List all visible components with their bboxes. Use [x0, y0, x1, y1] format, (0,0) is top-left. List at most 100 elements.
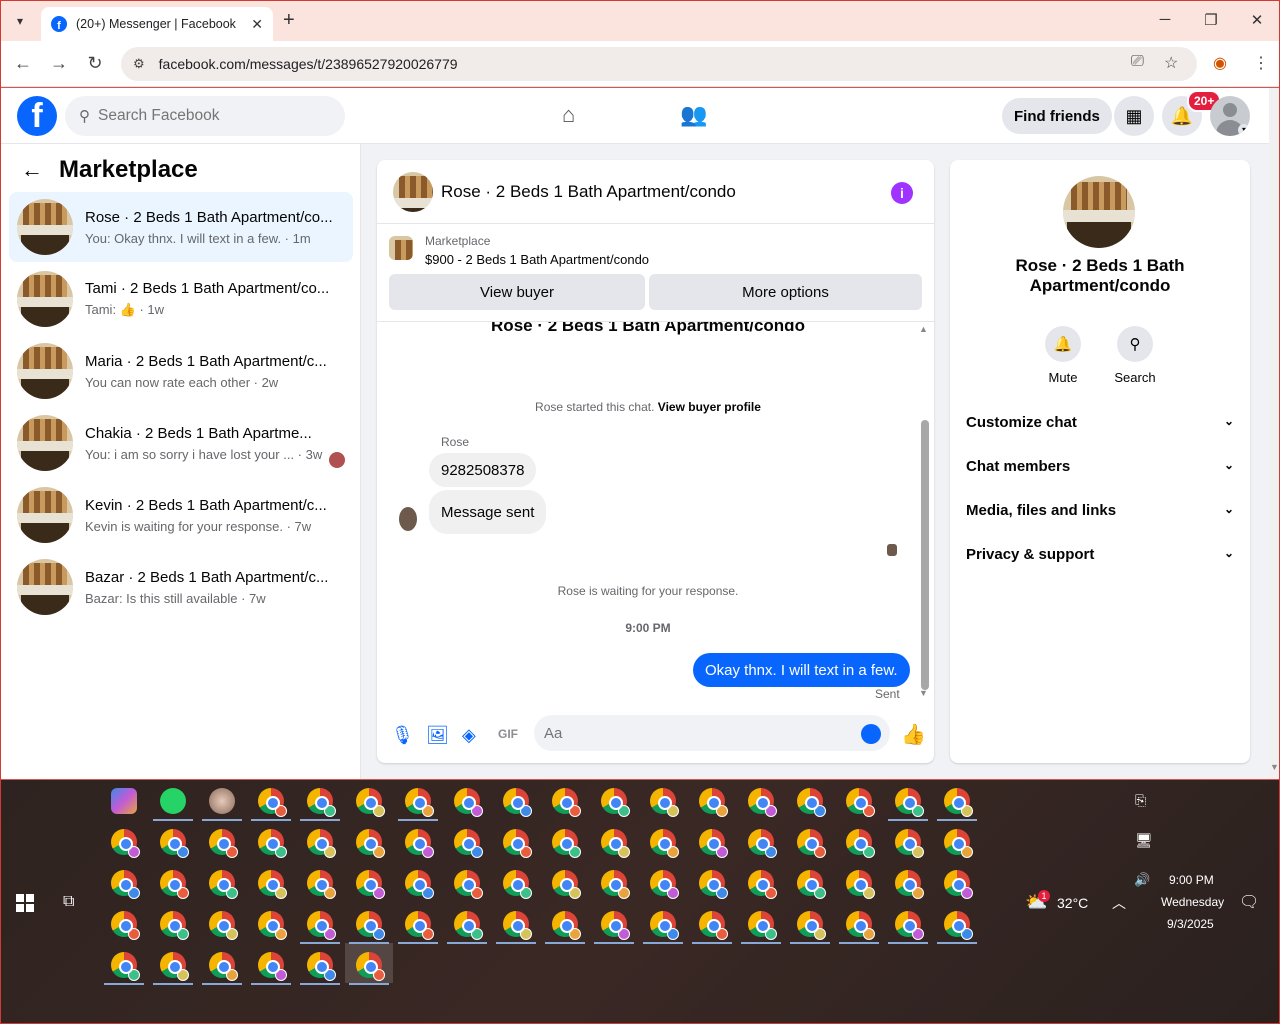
friends-icon[interactable]: 👥 [680, 102, 707, 128]
chrome-profile-app-icon[interactable] [258, 788, 287, 817]
tab-search-icon[interactable]: ▾ [9, 10, 31, 32]
clock-time[interactable]: 9:00 PM [1169, 873, 1214, 887]
chrome-profile-app-icon[interactable] [356, 911, 385, 940]
chrome-profile-app-icon[interactable] [405, 870, 434, 899]
menu-icon[interactable]: ⋮ [1253, 53, 1269, 73]
thumbs-up-icon[interactable]: 👍 [901, 722, 926, 747]
scroll-down-icon[interactable]: ▼ [1270, 762, 1279, 772]
chrome-profile-app-icon[interactable] [307, 829, 336, 858]
page-scrollbar[interactable]: ▼ [1269, 88, 1279, 779]
home-icon[interactable]: ⌂ [562, 102, 575, 128]
chrome-profile-app-icon[interactable] [895, 829, 924, 858]
scroll-down-icon[interactable]: ▼ [919, 688, 928, 698]
chrome-profile-app-icon[interactable] [307, 788, 336, 817]
chrome-profile-app-icon[interactable] [552, 870, 581, 899]
sticker-icon[interactable]: ◈ [462, 725, 476, 746]
section-chat-members[interactable]: Chat members ⌄ [966, 458, 1234, 475]
chrome-profile-app-icon[interactable] [699, 911, 728, 940]
tab-close-icon[interactable]: ✕ [251, 16, 263, 33]
chrome-profile-app-icon[interactable] [209, 911, 238, 940]
bell-icon[interactable]: 🔔 [1045, 326, 1081, 362]
list-item[interactable]: Chakia · 2 Beds 1 Bath Apartme... You: i… [9, 408, 353, 478]
chrome-profile-app-icon[interactable] [944, 788, 973, 817]
chrome-profile-app-icon[interactable] [356, 788, 385, 817]
mute-action[interactable]: 🔔 Mute [1033, 326, 1093, 385]
facebook-logo-icon[interactable]: f [17, 96, 57, 136]
address-bar[interactable]: ⚙ facebook.com/messages/t/23896527920026… [121, 47, 1197, 81]
chrome-profile-app-icon[interactable] [895, 788, 924, 817]
chrome-profile-app-icon[interactable] [699, 870, 728, 899]
minimize-icon[interactable]: ─ [1155, 11, 1175, 28]
chrome-profile-app-icon[interactable] [307, 952, 336, 981]
section-media-files-links[interactable]: Media, files and links ⌄ [966, 502, 1234, 519]
chat-title[interactable]: Rose · 2 Beds 1 Bath Apartment/condo [441, 182, 736, 202]
volume-icon[interactable]: 🔊 [1134, 872, 1150, 888]
restore-icon[interactable]: ❐ [1201, 11, 1221, 29]
message-input[interactable] [544, 724, 844, 742]
task-view-icon[interactable]: ⧉ [63, 893, 74, 911]
chrome-profile-app-icon[interactable] [307, 870, 336, 899]
chrome-profile-app-icon[interactable] [699, 788, 728, 817]
chrome-profile-app-icon[interactable] [846, 911, 875, 940]
windows-start-icon[interactable] [16, 894, 34, 912]
chrome-profile-app-icon[interactable] [601, 911, 630, 940]
section-privacy-support[interactable]: Privacy & support ⌄ [966, 546, 1234, 563]
chrome-profile-app-icon[interactable] [160, 952, 189, 981]
whatsapp-app-icon[interactable] [160, 788, 186, 814]
chrome-profile-app-icon[interactable] [650, 870, 679, 899]
menu-grid-icon[interactable]: ▦ [1114, 96, 1154, 136]
chrome-profile-app-icon[interactable] [601, 788, 630, 817]
outgoing-message-bubble[interactable]: Okay thnx. I will text in a few. [693, 653, 910, 687]
message-input-wrap[interactable] [534, 715, 890, 751]
chrome-profile-app-icon[interactable] [797, 788, 826, 817]
chrome-profile-app-icon[interactable] [503, 870, 532, 899]
chrome-profile-app-icon[interactable] [160, 911, 189, 940]
chrome-profile-app-icon[interactable] [944, 870, 973, 899]
chrome-profile-app-icon[interactable] [846, 788, 875, 817]
forward-icon[interactable]: → [48, 53, 70, 74]
chrome-profile-app-icon[interactable] [258, 952, 287, 981]
reload-icon[interactable]: ↻ [84, 53, 106, 74]
back-icon[interactable]: ← [12, 53, 34, 74]
message-bubble[interactable]: Message sent [429, 490, 547, 534]
chrome-profile-app-icon[interactable] [846, 870, 875, 899]
chrome-profile-app-icon[interactable] [944, 911, 973, 940]
view-buyer-profile-link[interactable]: View buyer profile [658, 400, 761, 414]
chrome-profile-app-icon[interactable] [209, 829, 238, 858]
chrome-profile-app-icon[interactable] [258, 870, 287, 899]
chrome-profile-app-icon[interactable] [209, 952, 238, 981]
chrome-profile-app-icon[interactable] [503, 911, 532, 940]
site-info-icon[interactable]: ⚙ [133, 56, 145, 72]
bookmark-star-icon[interactable]: ☆ [1164, 53, 1178, 73]
chrome-profile-app-icon[interactable] [405, 829, 434, 858]
chrome-profile-app-icon[interactable] [650, 829, 679, 858]
tray-display-icon[interactable]: 🖥 [1135, 832, 1153, 849]
install-app-icon[interactable]: ⎚ [1131, 53, 1144, 71]
photo-icon[interactable]: 🖼 [426, 725, 449, 746]
chrome-profile-app-icon[interactable] [650, 788, 679, 817]
gif-icon[interactable]: GIF [498, 727, 518, 741]
info-icon[interactable]: i [891, 182, 913, 204]
chrome-profile-app-icon[interactable] [356, 829, 385, 858]
copilot-app-icon[interactable] [111, 788, 137, 814]
chrome-profile-app-icon[interactable] [748, 911, 777, 940]
notification-center-icon[interactable]: 🗨 [1239, 892, 1259, 912]
chrome-profile-app-icon[interactable] [797, 911, 826, 940]
chrome-profile-app-icon[interactable] [454, 911, 483, 940]
clock-date[interactable]: 9/3/2025 [1167, 917, 1214, 931]
chrome-profile-app-icon[interactable] [209, 870, 238, 899]
chrome-profile-app-icon[interactable] [895, 911, 924, 940]
chrome-profile-app-icon[interactable] [111, 870, 140, 899]
chrome-profile-app-icon[interactable] [846, 829, 875, 858]
chrome-profile-app-icon[interactable] [601, 870, 630, 899]
find-friends-button[interactable]: Find friends [1002, 98, 1112, 134]
chat-avatar[interactable] [393, 171, 433, 212]
chrome-profile-app-icon[interactable] [405, 788, 434, 817]
browser-tab[interactable]: f (20+) Messenger | Facebook ✕ [41, 7, 273, 41]
emoji-icon[interactable] [861, 724, 881, 744]
scroll-up-icon[interactable]: ▲ [919, 324, 928, 334]
search-input[interactable] [98, 107, 318, 125]
search-icon[interactable]: ⚲ [1117, 326, 1153, 362]
chrome-profile-app-icon[interactable] [258, 911, 287, 940]
chrome-profile-app-icon[interactable] [111, 911, 140, 940]
